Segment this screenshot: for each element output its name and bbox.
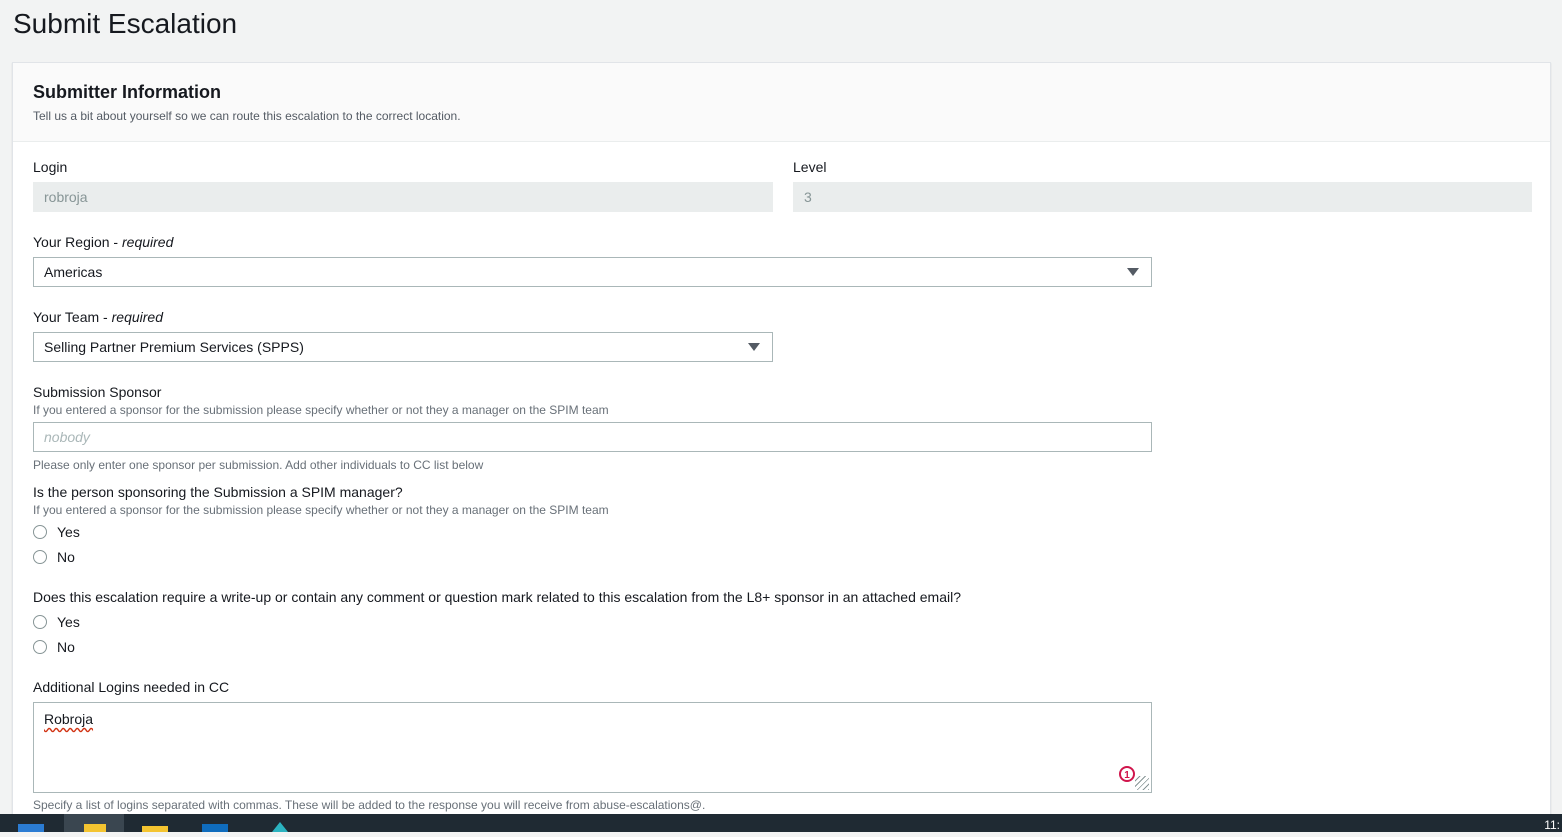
taskbar-outlook[interactable]: [184, 814, 244, 832]
spim-manager-yes-option[interactable]: Yes: [33, 524, 80, 540]
region-required-marker: required: [122, 234, 174, 250]
radio-label: No: [57, 639, 75, 655]
region-selected-value: Americas: [44, 264, 103, 280]
taskbar-clock: 11:: [1544, 818, 1560, 832]
radio-button[interactable]: [33, 525, 47, 539]
team-label: Your Team - required: [33, 309, 163, 325]
notes-icon: [142, 826, 168, 832]
radio-button[interactable]: [33, 640, 47, 654]
team-selected-value: Selling Partner Premium Services (SPPS): [44, 339, 304, 355]
radio-button[interactable]: [33, 550, 47, 564]
team-label-text: Your Team: [33, 309, 100, 325]
outlook-icon: [202, 824, 228, 832]
app-icon: [272, 822, 288, 832]
region-label: Your Region - required: [33, 234, 174, 250]
writeup-no-option[interactable]: No: [33, 639, 75, 655]
spim-manager-no-option[interactable]: No: [33, 549, 75, 565]
sponsor-label: Submission Sponsor: [33, 384, 162, 400]
grammar-alert-icon[interactable]: 1: [1119, 766, 1135, 782]
radio-label: No: [57, 549, 75, 565]
spim-manager-label: Is the person sponsoring the Submission …: [33, 484, 403, 500]
writeup-label: Does this escalation require a write-up …: [33, 589, 961, 605]
section-description: Tell us a bit about yourself so we can r…: [33, 109, 461, 123]
region-select[interactable]: Americas: [33, 257, 1152, 287]
taskbar: 11:: [0, 814, 1562, 832]
login-label: Login: [33, 159, 68, 175]
level-field: 3: [793, 182, 1532, 212]
cc-label: Additional Logins needed in CC: [33, 679, 230, 695]
start-icon: [18, 824, 44, 832]
team-select[interactable]: Selling Partner Premium Services (SPPS): [33, 332, 773, 362]
start-button[interactable]: [0, 814, 60, 832]
taskbar-notes[interactable]: [124, 814, 184, 832]
cc-hint: Specify a list of logins separated with …: [33, 798, 706, 812]
submitter-information-card: Submitter Information Tell us a bit abou…: [12, 62, 1551, 822]
card-header: Submitter Information Tell us a bit abou…: [13, 63, 1550, 142]
caret-down-icon: [748, 343, 760, 351]
radio-label: Yes: [57, 614, 80, 630]
resize-handle-icon[interactable]: [1135, 776, 1149, 790]
login-field: robroja: [33, 182, 773, 212]
caret-down-icon: [1127, 268, 1139, 276]
spim-manager-description: If you entered a sponsor for the submiss…: [33, 503, 609, 517]
page-title: Submit Escalation: [13, 8, 238, 39]
writeup-yes-option[interactable]: Yes: [33, 614, 80, 630]
folder-icon: [84, 824, 106, 832]
region-label-text: Your Region: [33, 234, 110, 250]
sponsor-input[interactable]: nobody: [33, 422, 1152, 452]
section-title: Submitter Information: [33, 82, 221, 102]
radio-button[interactable]: [33, 615, 47, 629]
sponsor-description: If you entered a sponsor for the submiss…: [33, 403, 609, 417]
taskbar-app[interactable]: [250, 814, 310, 832]
sponsor-hint: Please only enter one sponsor per submis…: [33, 458, 484, 472]
taskbar-file-explorer[interactable]: [64, 814, 124, 832]
radio-label: Yes: [57, 524, 80, 540]
team-required-marker: required: [111, 309, 163, 325]
cc-value: Robroja: [44, 711, 94, 727]
level-label: Level: [793, 159, 827, 175]
cc-textarea[interactable]: Robroja 1: [33, 702, 1152, 793]
sponsor-placeholder: nobody: [44, 429, 90, 445]
